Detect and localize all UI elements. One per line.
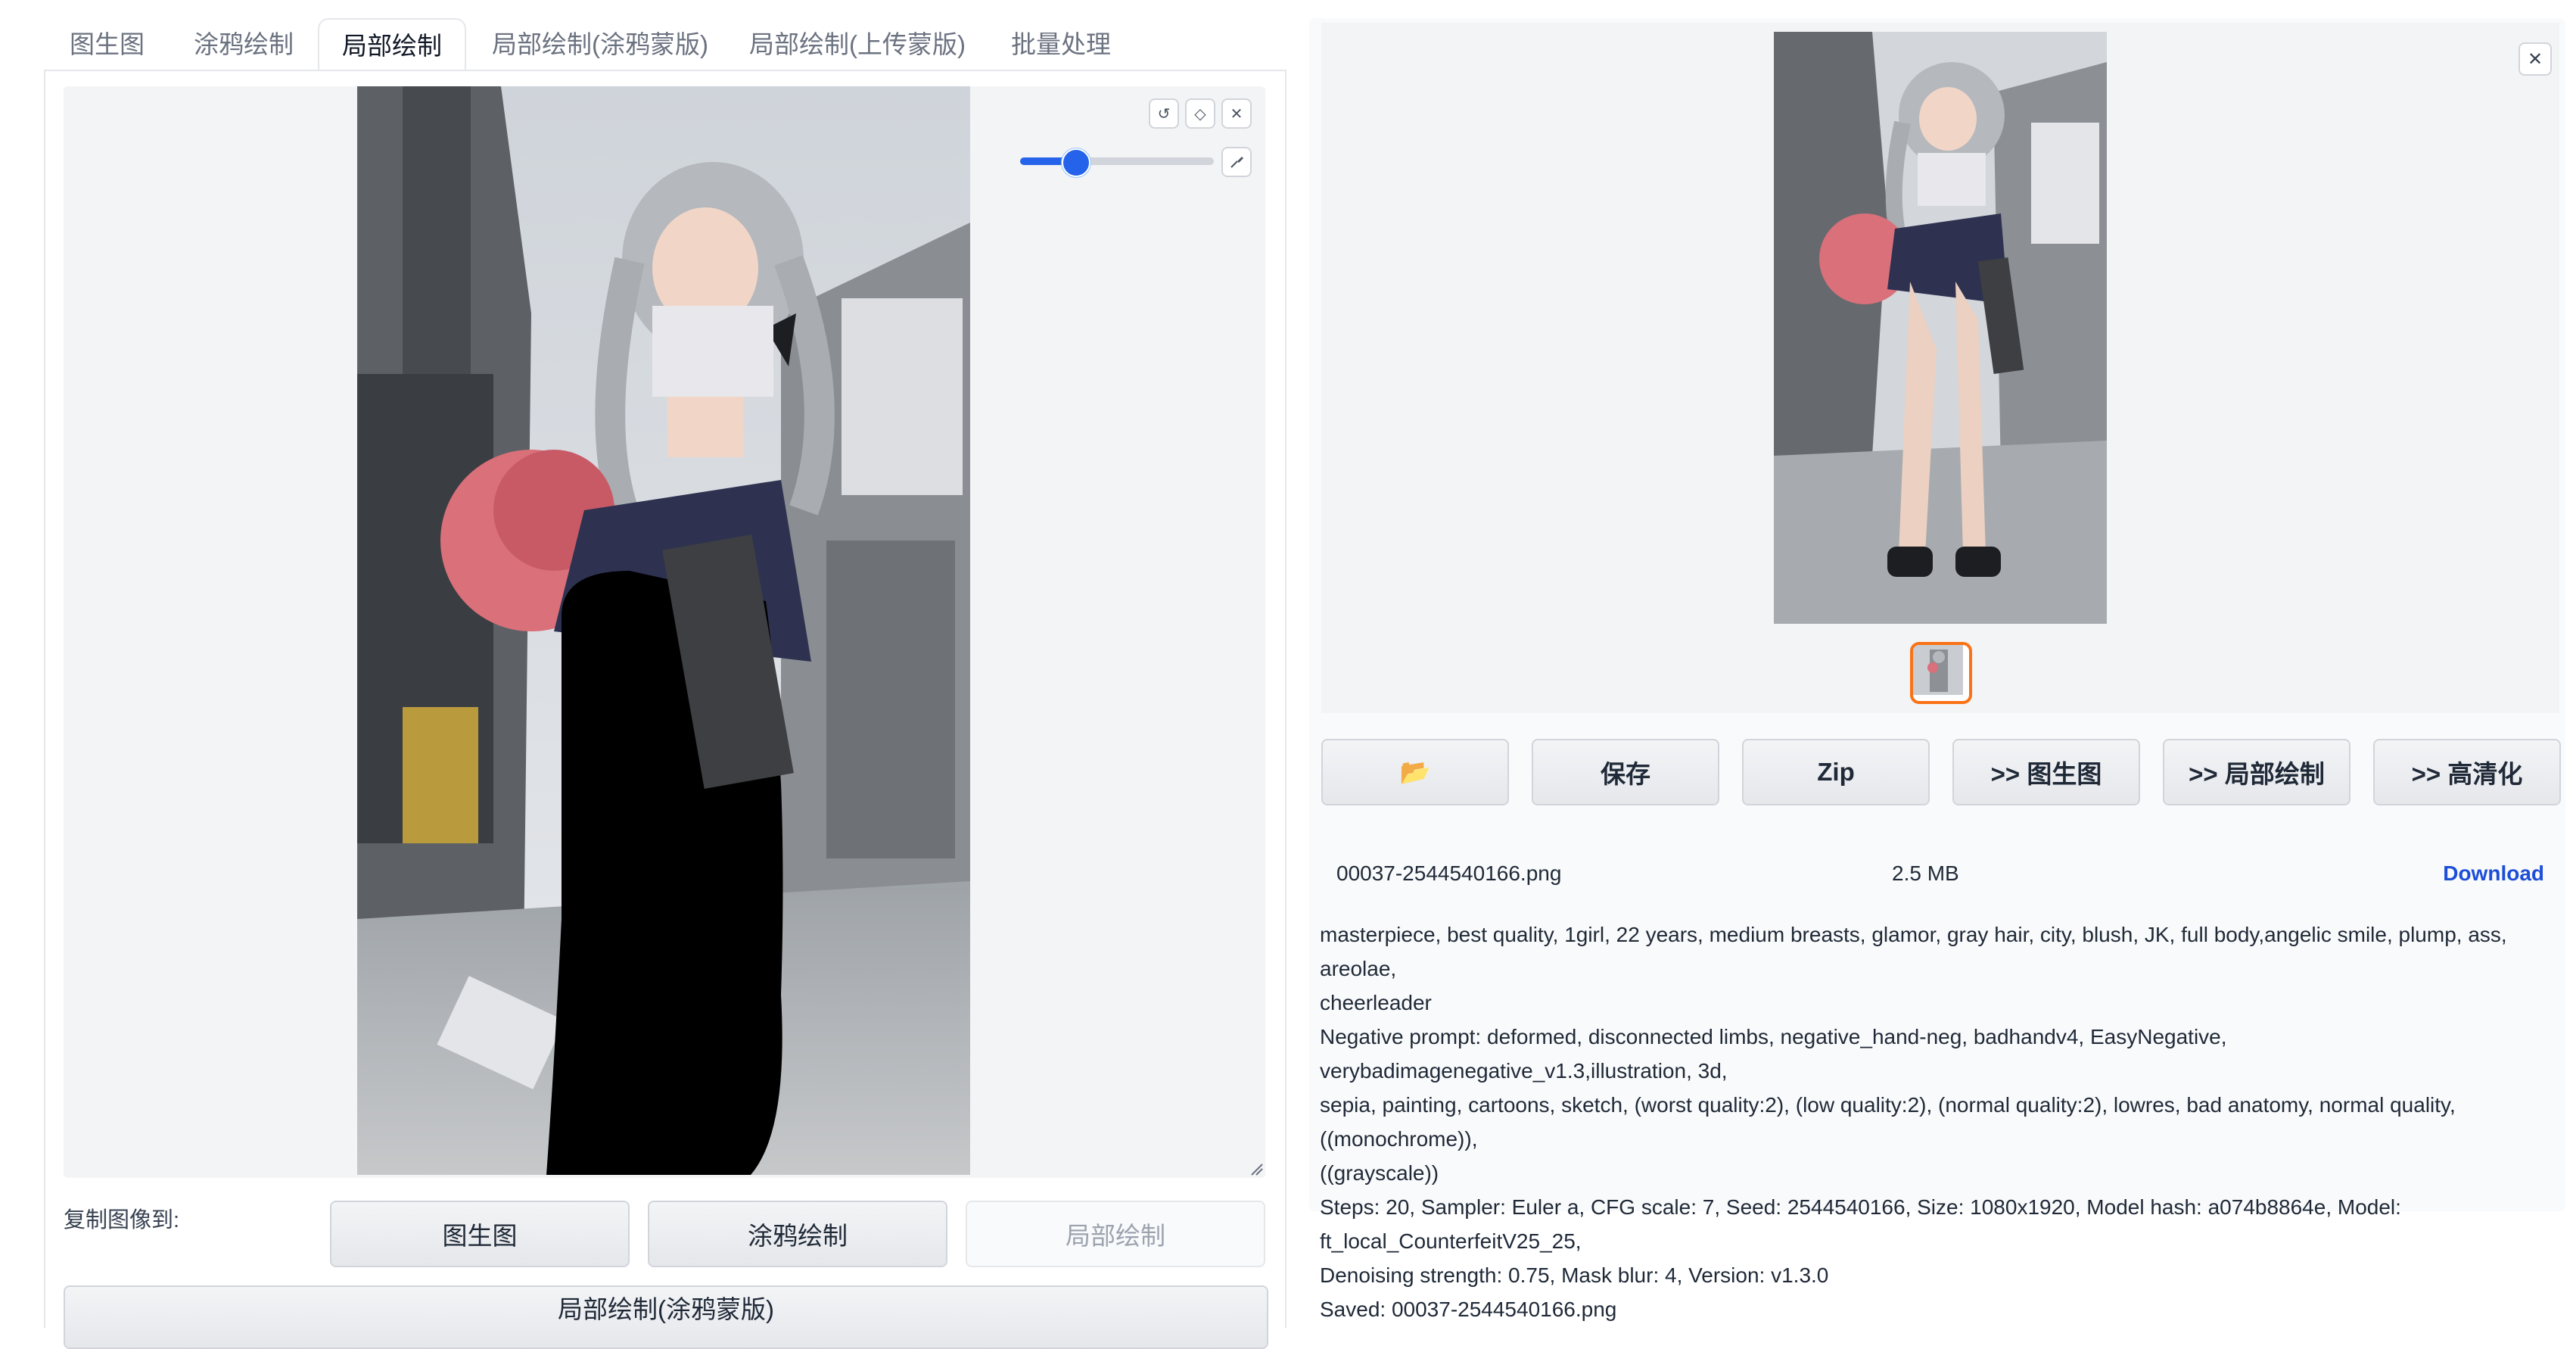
output-file-row: 00037-2544540166.png 2.5 MB Download <box>1321 855 2559 896</box>
info-line: Denoising strength: 0.75, Mask blur: 4, … <box>1320 1263 1829 1287</box>
close-preview-button[interactable]: ✕ <box>2518 42 2552 76</box>
download-link[interactable]: Download <box>2443 861 2544 886</box>
send-to-inpaint-button[interactable]: >> 局部绘制 <box>2163 739 2350 805</box>
gallery-thumbnail[interactable] <box>1910 642 1972 704</box>
remove-image-button[interactable]: ✕ <box>1221 98 1252 129</box>
brush-icon <box>1230 157 1243 168</box>
brush-button[interactable] <box>1221 147 1252 177</box>
tab-batch[interactable]: 批量处理 <box>1011 18 1111 71</box>
copy-to-sketch-button[interactable]: 涂鸦绘制 <box>648 1201 947 1267</box>
eraser-icon: ◇ <box>1194 105 1206 123</box>
info-line: Saved: 00037-2544540166.png <box>1320 1298 1617 1321</box>
copy-to-inpaint-button: 局部绘制 <box>966 1201 1265 1267</box>
copy-to-img2img-button[interactable]: 图生图 <box>330 1201 630 1267</box>
undo-button[interactable]: ↺ <box>1149 98 1179 129</box>
tab-inpaint[interactable]: 局部绘制 <box>318 18 466 74</box>
folder-icon: 📂 <box>1399 757 1431 786</box>
generation-info: masterpiece, best quality, 1girl, 22 yea… <box>1320 918 2561 1326</box>
resize-handle[interactable] <box>1249 1161 1264 1176</box>
img2img-tabs: 图生图 涂鸦绘制 局部绘制 局部绘制(涂鸦蒙版) 局部绘制(上传蒙版) 批量处理 <box>45 18 1283 74</box>
close-icon: ✕ <box>1230 105 1243 123</box>
info-line: cheerleader <box>1320 991 1432 1014</box>
open-folder-button[interactable]: 📂 <box>1321 739 1509 805</box>
brush-size-thumb[interactable] <box>1061 148 1090 177</box>
info-line: sepia, painting, cartoons, sketch, (wors… <box>1320 1093 2456 1151</box>
tab-sketch[interactable]: 涂鸦绘制 <box>194 18 294 71</box>
file-name: 00037-2544540166.png <box>1336 861 1562 885</box>
close-icon: ✕ <box>2527 48 2543 70</box>
zip-button[interactable]: Zip <box>1742 739 1930 805</box>
clear-button[interactable]: ◇ <box>1185 98 1215 129</box>
tab-inpaint-upload[interactable]: 局部绘制(上传蒙版) <box>749 18 966 71</box>
send-to-extras-button[interactable]: >> 高清化 <box>2373 739 2561 805</box>
copy-to-inpaint-sketch-button[interactable]: 局部绘制(涂鸦蒙版) <box>64 1285 1268 1349</box>
tab-inpaint-sketch[interactable]: 局部绘制(涂鸦蒙版) <box>492 18 708 71</box>
output-preview-image[interactable] <box>1774 32 2107 624</box>
undo-icon: ↺ <box>1157 105 1171 123</box>
save-button[interactable]: 保存 <box>1532 739 1719 805</box>
send-to-img2img-button[interactable]: >> 图生图 <box>1952 739 2140 805</box>
brush-size-slider[interactable] <box>1020 148 1214 177</box>
info-line: masterpiece, best quality, 1girl, 22 yea… <box>1320 923 2507 980</box>
copy-to-label: 复制图像到: <box>64 1208 180 1232</box>
inpaint-image[interactable] <box>357 86 970 1175</box>
info-line: Steps: 20, Sampler: Euler a, CFG scale: … <box>1320 1195 2401 1253</box>
info-line: ((grayscale)) <box>1320 1161 1439 1185</box>
file-size: 2.5 MB <box>1892 861 1959 885</box>
tab-img2img[interactable]: 图生图 <box>70 18 145 71</box>
info-line: Negative prompt: deformed, disconnected … <box>1320 1025 2227 1083</box>
